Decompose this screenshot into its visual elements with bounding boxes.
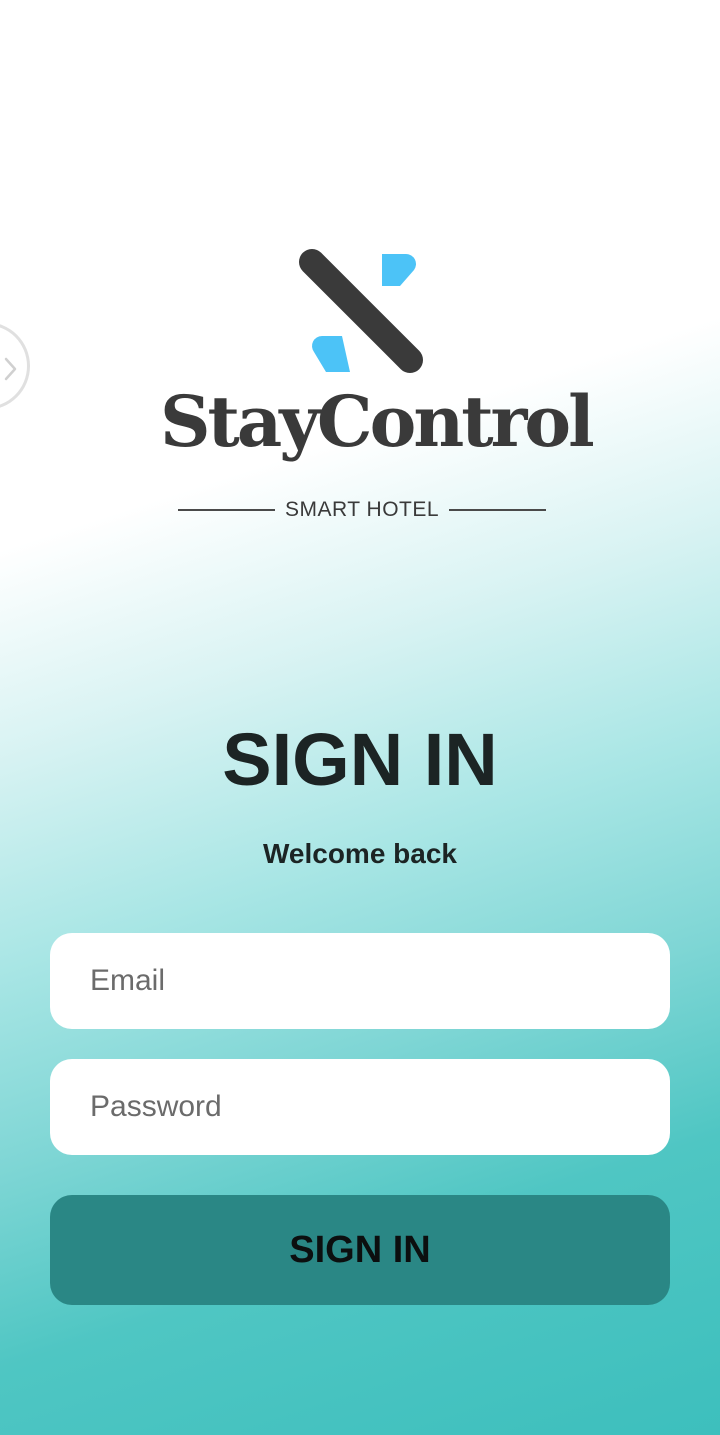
chevron-right-icon [4,357,17,381]
page-subtitle: Welcome back [262,838,458,869]
email-field[interactable] [50,933,670,1029]
logo-tagline: SMART HOTEL [284,498,440,521]
logo-tagline-row: SMART HOTEL [178,498,546,522]
sign-in-button[interactable]: SIGN IN [50,1195,670,1305]
tagline-divider-left [178,509,275,511]
app-logo: StayControl SMART HOTEL [160,240,595,530]
password-field[interactable] [50,1059,670,1155]
page-title: SIGN IN [222,718,498,801]
logo-mark-icon [299,249,423,373]
side-drawer-handle[interactable] [0,322,30,410]
logo-wordmark: StayControl [160,380,595,463]
tagline-divider-right [449,509,546,511]
